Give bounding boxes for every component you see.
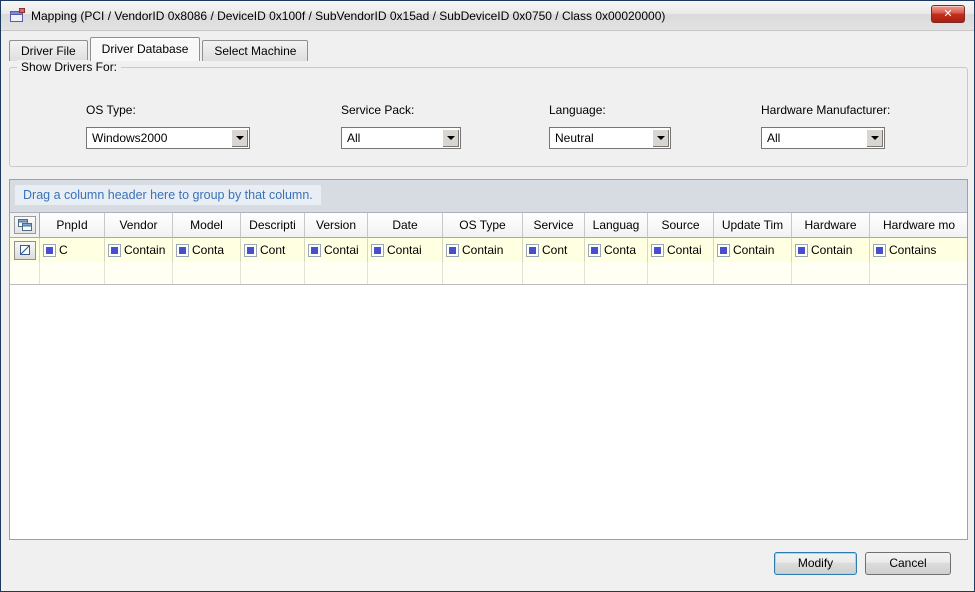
filter-condition-icon[interactable] bbox=[795, 244, 808, 257]
os-type-combo[interactable]: Windows2000 bbox=[86, 127, 250, 149]
filter-condition-icon[interactable] bbox=[43, 244, 56, 257]
filter-condition-icon[interactable] bbox=[244, 244, 257, 257]
filter-cell-os-type[interactable]: Contain bbox=[443, 238, 523, 262]
title-bar[interactable]: Mapping (PCI / VendorID 0x8086 / DeviceI… bbox=[1, 1, 974, 31]
column-header-version[interactable]: Version bbox=[305, 213, 368, 238]
filter-condition-icon[interactable] bbox=[176, 244, 189, 257]
filter-cell-hardware-model[interactable]: Contains bbox=[870, 238, 968, 262]
filter-cell-source[interactable]: Contai bbox=[648, 238, 714, 262]
filter-condition-text: Cont bbox=[260, 243, 285, 257]
filter-condition-text: C bbox=[59, 243, 68, 257]
hardware-manufacturer-label: Hardware Manufacturer: bbox=[761, 103, 890, 117]
tab-strip: Driver File Driver Database Select Machi… bbox=[9, 37, 310, 61]
filter-condition-text: Contai bbox=[667, 243, 702, 257]
filter-condition-text: Contain bbox=[462, 243, 503, 257]
clear-filter-icon bbox=[19, 244, 31, 256]
empty-data-row bbox=[10, 262, 967, 285]
filter-condition-icon[interactable] bbox=[446, 244, 459, 257]
os-type-dropdown-button[interactable] bbox=[231, 129, 248, 147]
grid-body bbox=[10, 285, 967, 539]
service-pack-value: All bbox=[347, 131, 360, 145]
column-header-model[interactable]: Model bbox=[173, 213, 241, 238]
chevron-down-icon bbox=[447, 136, 455, 140]
group-by-hint: Drag a column header here to group by th… bbox=[15, 185, 321, 205]
customize-columns-button[interactable] bbox=[14, 216, 36, 234]
tab-driver-database[interactable]: Driver Database bbox=[90, 37, 201, 61]
filter-condition-icon[interactable] bbox=[308, 244, 321, 257]
filter-condition-text: Conta bbox=[604, 243, 636, 257]
column-header-row: PnpId Vendor Model Descripti Version Dat… bbox=[10, 213, 967, 238]
filter-condition-text: Contains bbox=[889, 243, 936, 257]
filter-condition-icon[interactable] bbox=[588, 244, 601, 257]
filter-condition-icon[interactable] bbox=[526, 244, 539, 257]
filter-condition-text: Contai bbox=[324, 243, 359, 257]
os-type-value: Windows2000 bbox=[92, 131, 167, 145]
filter-cell-pnpid[interactable]: C bbox=[40, 238, 105, 262]
close-button[interactable] bbox=[931, 5, 965, 23]
column-header-vendor[interactable]: Vendor bbox=[105, 213, 173, 238]
grid-corner-cell bbox=[10, 213, 40, 238]
filter-condition-text: Contai bbox=[387, 243, 422, 257]
service-pack-dropdown-button[interactable] bbox=[442, 129, 459, 147]
column-header-language[interactable]: Languag bbox=[585, 213, 648, 238]
language-combo[interactable]: Neutral bbox=[549, 127, 671, 149]
auto-filter-row: C Contain Conta Cont Contai Contai Conta… bbox=[10, 238, 967, 262]
tab-select-machine[interactable]: Select Machine bbox=[202, 40, 308, 61]
filter-condition-text: Cont bbox=[542, 243, 567, 257]
filter-cell-language[interactable]: Conta bbox=[585, 238, 648, 262]
mapping-dialog: Mapping (PCI / VendorID 0x8086 / DeviceI… bbox=[0, 0, 975, 592]
hardware-manufacturer-dropdown-button[interactable] bbox=[866, 129, 883, 147]
drivers-grid: Drag a column header here to group by th… bbox=[9, 179, 968, 540]
clear-filter-button[interactable] bbox=[14, 241, 36, 260]
filter-condition-icon[interactable] bbox=[717, 244, 730, 257]
window-title: Mapping (PCI / VendorID 0x8086 / DeviceI… bbox=[31, 9, 665, 23]
filter-cell-version[interactable]: Contai bbox=[305, 238, 368, 262]
customize-columns-icon bbox=[18, 219, 32, 231]
filter-condition-text: Contain bbox=[733, 243, 774, 257]
service-pack-label: Service Pack: bbox=[341, 103, 414, 117]
column-header-hardware[interactable]: Hardware bbox=[792, 213, 870, 238]
chevron-down-icon bbox=[871, 136, 879, 140]
hardware-manufacturer-combo[interactable]: All bbox=[761, 127, 885, 149]
filter-condition-text: Contain bbox=[811, 243, 852, 257]
column-header-description[interactable]: Descripti bbox=[241, 213, 305, 238]
filter-cell-date[interactable]: Contai bbox=[368, 238, 443, 262]
language-dropdown-button[interactable] bbox=[652, 129, 669, 147]
column-header-update-time[interactable]: Update Tim bbox=[714, 213, 792, 238]
app-window-icon bbox=[9, 8, 25, 24]
chevron-down-icon bbox=[657, 136, 665, 140]
show-drivers-label: Show Drivers For: bbox=[17, 60, 121, 74]
column-header-date[interactable]: Date bbox=[368, 213, 443, 238]
filter-condition-icon[interactable] bbox=[651, 244, 664, 257]
chevron-down-icon bbox=[236, 136, 244, 140]
language-value: Neutral bbox=[555, 131, 594, 145]
cancel-button[interactable]: Cancel bbox=[865, 552, 951, 575]
filter-condition-text: Contain bbox=[124, 243, 165, 257]
language-label: Language: bbox=[549, 103, 606, 117]
column-header-source[interactable]: Source bbox=[648, 213, 714, 238]
filter-condition-text: Conta bbox=[192, 243, 224, 257]
filter-condition-icon[interactable] bbox=[371, 244, 384, 257]
hardware-manufacturer-value: All bbox=[767, 131, 780, 145]
show-drivers-group: Show Drivers For: OS Type: Windows2000 S… bbox=[9, 67, 968, 167]
column-header-os-type[interactable]: OS Type bbox=[443, 213, 523, 238]
filter-cell-description[interactable]: Cont bbox=[241, 238, 305, 262]
column-header-pnpid[interactable]: PnpId bbox=[40, 213, 105, 238]
modify-button[interactable]: Modify bbox=[774, 552, 857, 575]
filter-condition-icon[interactable] bbox=[873, 244, 886, 257]
column-header-hardware-model[interactable]: Hardware mo bbox=[870, 213, 968, 238]
os-type-label: OS Type: bbox=[86, 103, 136, 117]
filter-cell-model[interactable]: Conta bbox=[173, 238, 241, 262]
filter-condition-icon[interactable] bbox=[108, 244, 121, 257]
filter-cell-hardware[interactable]: Contain bbox=[792, 238, 870, 262]
column-header-service-pack[interactable]: Service bbox=[523, 213, 585, 238]
group-by-panel[interactable]: Drag a column header here to group by th… bbox=[10, 180, 967, 213]
filter-cell-service-pack[interactable]: Cont bbox=[523, 238, 585, 262]
tab-driver-file[interactable]: Driver File bbox=[9, 40, 88, 61]
filter-cell-vendor[interactable]: Contain bbox=[105, 238, 173, 262]
filter-corner-cell bbox=[10, 238, 40, 262]
service-pack-combo[interactable]: All bbox=[341, 127, 461, 149]
filter-cell-update-time[interactable]: Contain bbox=[714, 238, 792, 262]
